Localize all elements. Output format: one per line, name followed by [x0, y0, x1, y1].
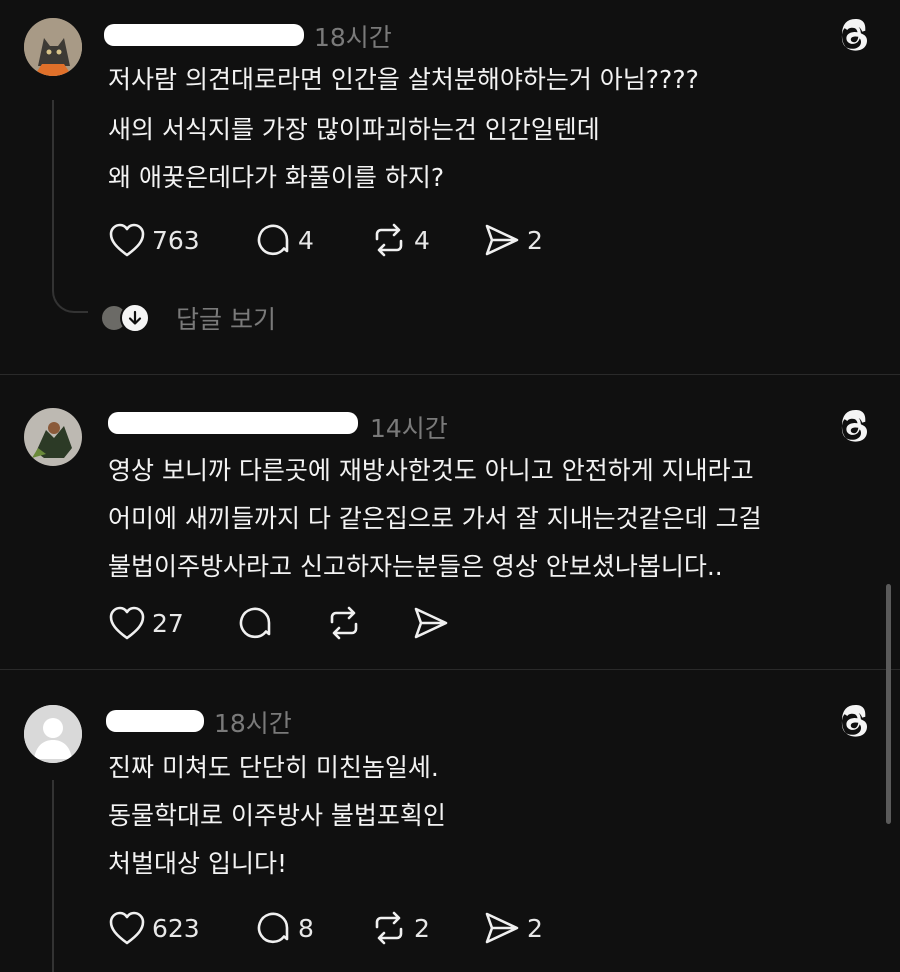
thread-line	[52, 780, 54, 972]
repost-icon	[330, 606, 358, 640]
comment-text-line: 진짜 미쳐도 단단히 미친놈일세.	[108, 753, 439, 782]
share-count: 2	[527, 225, 543, 255]
repost-button[interactable]: 4	[370, 222, 430, 258]
threads-logo-icon[interactable]	[836, 702, 874, 740]
comment-text-line: 불법이주방사라고 신고하자는분들은 영상 안보셨나봅니다..	[108, 552, 723, 581]
share-count: 2	[527, 913, 543, 943]
comment-bubble-icon	[257, 224, 289, 256]
comment-text-line: 어미에 새끼들까지 다 같은집으로 가서 잘 지내는것같은데 그걸	[108, 504, 762, 533]
heart-icon	[109, 223, 145, 257]
comment-text-line: 새의 서식지를 가장 많이파괴하는건 인간일텐데	[108, 115, 600, 144]
cat-avatar-icon	[24, 18, 82, 76]
timestamp: 18시간	[314, 23, 392, 52]
repost-icon	[375, 223, 403, 257]
repost-count: 2	[414, 913, 430, 943]
repost-icon	[375, 911, 403, 945]
comment-text-line: 왜 애꿎은데다가 화풀이를 하지?	[108, 163, 445, 192]
reply-count: 8	[298, 913, 314, 943]
reply-button[interactable]	[238, 605, 274, 641]
like-button[interactable]: 763	[108, 222, 200, 258]
username-redacted[interactable]	[104, 24, 304, 46]
avatar[interactable]	[24, 705, 82, 763]
avatar[interactable]	[24, 18, 82, 76]
share-button[interactable]	[412, 605, 450, 641]
like-count: 763	[152, 225, 200, 255]
repost-button[interactable]: 2	[370, 910, 430, 946]
timestamp: 14시간	[370, 414, 448, 443]
like-count: 27	[152, 608, 184, 638]
comment-text-line: 처벌대상 입니다!	[108, 849, 287, 878]
heart-icon	[109, 911, 145, 945]
avatar[interactable]	[24, 408, 82, 466]
send-icon	[414, 607, 448, 639]
thread-line-curve	[52, 285, 88, 313]
scrollbar[interactable]	[886, 584, 891, 824]
comment-text-line: 동물학대로 이주방사 불법포획인	[108, 801, 446, 830]
send-icon	[485, 912, 519, 944]
thread-line	[52, 100, 54, 285]
view-replies-link[interactable]: 답글 보기	[100, 300, 276, 336]
repost-button[interactable]	[325, 605, 363, 641]
like-button[interactable]: 27	[108, 605, 184, 641]
view-replies-label: 답글 보기	[176, 305, 276, 334]
like-count: 623	[152, 913, 200, 943]
arrow-down-icon	[120, 303, 150, 333]
comment-text-line: 영상 보니까 다른곳에 재방사한것도 아니고 안전하게 지내라고	[108, 456, 754, 485]
comment-2: 14시간 영상 보니까 다른곳에 재방사한것도 아니고 안전하게 지내라고 어미…	[0, 375, 900, 669]
comment-3: 18시간 진짜 미쳐도 단단히 미친놈일세. 동물학대로 이주방사 불법포획인 …	[0, 670, 900, 972]
reply-count: 4	[298, 225, 314, 255]
comment-1: 18시간 저사람 의견대로라면 인간을 살처분해야하는거 아님???? 새의 서…	[0, 0, 900, 374]
reply-button[interactable]: 4	[256, 222, 314, 258]
username-redacted[interactable]	[106, 710, 204, 732]
default-user-icon	[24, 705, 82, 763]
comment-bubble-icon	[257, 912, 289, 944]
share-button[interactable]: 2	[483, 910, 543, 946]
comment-feed: 18시간 저사람 의견대로라면 인간을 살처분해야하는거 아님???? 새의 서…	[0, 0, 900, 972]
threads-logo-icon[interactable]	[836, 407, 874, 445]
username-redacted[interactable]	[108, 412, 358, 434]
repost-count: 4	[414, 225, 430, 255]
heart-icon	[109, 606, 145, 640]
like-button[interactable]: 623	[108, 910, 200, 946]
comment-text-line: 저사람 의견대로라면 인간을 살처분해야하는거 아님????	[108, 65, 699, 94]
timestamp: 18시간	[214, 709, 292, 738]
threads-logo-icon[interactable]	[836, 16, 874, 54]
send-icon	[485, 224, 519, 256]
reply-button[interactable]: 8	[256, 910, 314, 946]
figure-avatar-icon	[24, 408, 82, 466]
share-button[interactable]: 2	[483, 222, 543, 258]
comment-bubble-icon	[239, 607, 271, 639]
